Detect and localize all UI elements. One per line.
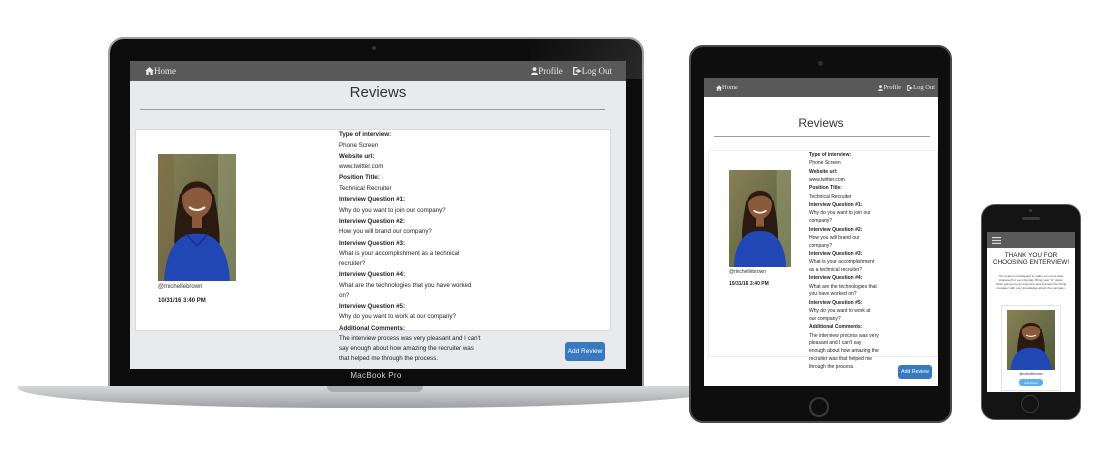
tablet-review-field-label: Interview Question #1: <box>809 202 863 209</box>
title-divider <box>140 109 605 110</box>
phone-screen: THANK YOU FOR CHOOSING ENTERVIEW! Our sy… <box>987 232 1075 392</box>
review-field-label: Interview Question #5: <box>339 302 406 310</box>
nav-profile-label: Profile <box>538 66 563 76</box>
review-field-value: Phone Screen <box>339 141 379 149</box>
review-field-value: www.twitter.com <box>339 163 384 171</box>
tablet-review-field-value: What is your accomplishment as a technic… <box>809 259 875 274</box>
user-icon <box>531 67 539 75</box>
review-field-label: Additional Comments: <box>339 324 405 332</box>
tablet-review-field-label: Interview Question #5: <box>809 299 863 306</box>
tablet-review-field-label: Additional Comments: <box>809 324 863 331</box>
nav-logout-link[interactable]: Log Out <box>572 66 612 76</box>
tablet-review-date: 10/31/16 3:40 PM <box>729 281 769 287</box>
home-icon <box>145 67 154 75</box>
laptop-screen: Home Profile Log Out Reviews @michellebr… <box>130 61 626 369</box>
tablet-review-card: @michellebrown 10/31/16 3:40 PM Type of … <box>708 150 938 370</box>
review-field-label: Position Title: <box>339 174 380 182</box>
tablet-review-field-label: Interview Question #4: <box>809 275 863 282</box>
reviewer-username: @michellebrown <box>158 284 203 290</box>
tablet-review-field-value: www.twitter.com <box>809 177 845 184</box>
hamburger-icon <box>992 236 1001 244</box>
review-field-value: What is your accomplishment as a technic… <box>339 250 460 268</box>
tablet-review-field-label: Website url: <box>809 168 838 175</box>
phone-home-button[interactable] <box>1021 395 1039 413</box>
tablet-nav-profile-link[interactable]: Profile <box>878 84 901 91</box>
tablet-title-divider <box>714 136 930 137</box>
tablet-review-field-label: Type of interview: <box>809 152 852 158</box>
phone-welcome-text: Our system is designed to make you more … <box>995 274 1067 290</box>
review-field-label: Type of interview: <box>339 131 392 138</box>
nav-profile-link[interactable]: Profile <box>531 66 563 76</box>
tablet-nav-logout-link[interactable]: Log Out <box>907 84 935 91</box>
tablet-navbar: Home Profile Log Out <box>704 78 938 97</box>
phone-navbar <box>987 232 1075 248</box>
phone-add-photo-button[interactable]: Add Photo <box>1019 379 1043 386</box>
tablet-review-field-value: Why do you want to join our company? <box>809 210 871 225</box>
review-field-label: Interview Question #4: <box>339 271 406 279</box>
tablet-nav-home-link[interactable]: Home <box>716 84 738 91</box>
tablet-review-field-value: Why do you want to work at our company? <box>809 308 871 322</box>
tablet-review-field-label: Interview Question #3: <box>809 250 863 257</box>
phone-welcome-heading: THANK YOU FOR CHOOSING ENTERVIEW! <box>992 252 1070 266</box>
nav-home-label: Home <box>154 66 176 76</box>
phone-camera <box>1029 209 1032 212</box>
laptop-camera <box>372 46 376 50</box>
tablet-review-field-label: Interview Question #2: <box>809 226 863 233</box>
logout-icon <box>572 67 582 75</box>
tablet-review-field-value: What are the technologies that you have … <box>809 283 877 298</box>
review-field-label: Website url: <box>339 152 375 160</box>
phone-username: @michellebrown <box>1019 372 1043 376</box>
tablet-home-button[interactable] <box>809 397 829 417</box>
hamburger-menu-button[interactable] <box>992 236 1001 244</box>
review-date: 10/31/16 3:40 PM <box>158 298 206 304</box>
tablet-camera <box>818 61 823 66</box>
tablet-nav-logout-label: Log Out <box>913 84 935 91</box>
tablet-add-review-button[interactable]: Add Review <box>898 365 932 379</box>
review-field-value: Technical Recruiter <box>339 184 392 192</box>
review-field-value: The interview process was very pleasant … <box>339 335 481 362</box>
phone-speaker <box>1022 217 1040 220</box>
reviewer-photo <box>158 154 236 281</box>
review-field-value: Why do you want to work at our company? <box>339 313 456 321</box>
navbar: Home Profile Log Out <box>130 61 626 81</box>
review-card: @michellebrown 10/31/16 3:40 PM Type of … <box>135 129 611 362</box>
tablet-review-field-value: The interview process was very pleasant … <box>809 332 879 370</box>
tablet-nav-home-label: Home <box>722 84 738 91</box>
review-field-value: Why do you want to join our company? <box>339 206 446 214</box>
nav-home-link[interactable]: Home <box>145 66 176 76</box>
phone-profile-photo <box>1007 310 1055 370</box>
review-field-label: Interview Question #1: <box>339 196 406 204</box>
review-field-label: Interview Question #2: <box>339 217 406 225</box>
tablet-nav-profile-label: Profile <box>883 84 902 91</box>
tablet-review-field-value: Technical Recruiter <box>809 193 852 200</box>
review-field-value: What are the technologies that you have … <box>339 281 472 299</box>
page-title: Reviews <box>349 84 407 101</box>
tablet-reviewer-username: @michellebrown <box>729 269 767 275</box>
tablet-reviewer-photo <box>729 170 791 267</box>
review-field-value: How you will brand our company? <box>339 228 432 236</box>
tablet-review-field-value: Phone Screen <box>809 160 841 167</box>
phone-profile-card: @michellebrown Add Photo <box>1001 305 1061 391</box>
nav-logout-label: Log Out <box>581 66 612 76</box>
add-review-button[interactable]: Add Review <box>565 342 605 361</box>
tablet-review-details: Type of interview: Phone Screen Website ur… <box>809 152 879 372</box>
laptop-brand-label: MacBook Pro <box>350 371 402 380</box>
laptop-notch <box>327 386 423 392</box>
review-field-label: Interview Question #3: <box>339 239 406 247</box>
tablet-review-field-value: How you will brand our company? <box>809 234 860 249</box>
tablet-page-title: Reviews <box>798 116 844 130</box>
tablet-review-field-label: Position Title: <box>809 185 842 192</box>
review-details: Type of interview: Phone Screen Website ur… <box>339 131 481 367</box>
tablet-screen: Home Profile Log Out Reviews @michellebr… <box>704 78 938 386</box>
